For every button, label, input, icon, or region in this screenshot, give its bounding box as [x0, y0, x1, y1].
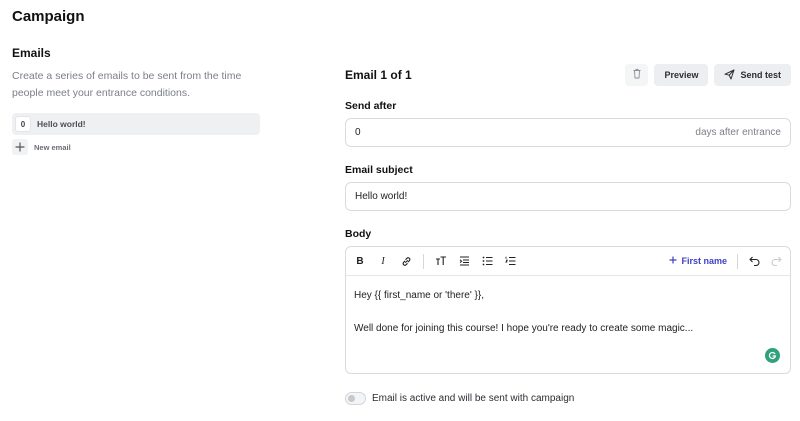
preview-button[interactable]: Preview	[654, 64, 709, 86]
bold-button[interactable]: B	[354, 254, 366, 268]
text-size-icon[interactable]	[435, 254, 447, 268]
preview-button-label: Preview	[664, 70, 699, 80]
emails-panel: Emails Create a series of emails to be s…	[12, 46, 260, 156]
email-list-item[interactable]: 0 Hello world!	[12, 113, 260, 135]
editor-toolbar: B I First name	[346, 247, 790, 276]
grammarly-icon[interactable]	[765, 348, 780, 363]
editor-line: Well done for joining this course! I hop…	[354, 323, 694, 334]
email-active-label: Email is active and will be sent with ca…	[372, 392, 575, 404]
email-subject-value: Hello world!	[355, 191, 408, 202]
insert-first-name-button[interactable]: First name	[669, 256, 727, 266]
editor-content[interactable]: Hey {{ first_name or 'there' }}, Well do…	[346, 276, 790, 349]
trash-icon	[632, 66, 642, 84]
email-index-badge: 0	[15, 116, 31, 132]
paper-plane-icon	[724, 69, 735, 82]
email-editor-panel: Email 1 of 1 Preview Send test Send afte…	[345, 64, 791, 407]
italic-button[interactable]: I	[377, 254, 389, 268]
send-after-input[interactable]: 0 days after entrance	[345, 118, 791, 147]
email-list-item-label: Hello world!	[37, 119, 86, 129]
numbered-list-icon[interactable]	[504, 254, 516, 268]
send-after-suffix: days after entrance	[695, 127, 781, 138]
toggle-knob	[348, 394, 355, 402]
send-after-label: Send after	[345, 100, 397, 112]
email-subject-label: Email subject	[345, 164, 413, 176]
page-title: Campaign	[12, 8, 85, 25]
email-subject-input[interactable]: Hello world!	[345, 182, 791, 211]
emails-section-description: Create a series of emails to be sent fro…	[12, 70, 242, 99]
email-active-toggle[interactable]	[345, 391, 366, 405]
editor-line: Hey {{ first_name or 'there' }},	[354, 290, 484, 301]
undo-icon[interactable]	[748, 254, 760, 268]
insert-first-name-label: First name	[681, 256, 727, 266]
delete-email-button[interactable]	[625, 64, 649, 86]
new-email-button[interactable]: New email	[12, 138, 260, 156]
toolbar-divider	[737, 253, 738, 269]
send-test-button-label: Send test	[740, 70, 781, 80]
email-editor-title: Email 1 of 1	[345, 68, 412, 82]
email-active-row: Email is active and will be sent with ca…	[345, 389, 791, 407]
plus-icon	[12, 139, 28, 155]
toolbar-divider	[423, 253, 424, 269]
new-email-label: New email	[34, 142, 71, 152]
link-icon[interactable]	[400, 254, 412, 268]
bullet-list-icon[interactable]	[481, 254, 493, 268]
emails-section-title: Emails	[12, 46, 51, 60]
body-label: Body	[345, 228, 372, 240]
send-test-button[interactable]: Send test	[714, 64, 791, 86]
send-after-value: 0	[355, 127, 361, 138]
plus-icon	[669, 256, 677, 266]
redo-icon[interactable]	[770, 254, 782, 268]
indent-icon[interactable]	[458, 254, 470, 268]
body-editor[interactable]: B I First name Hey {{first_name or 'the…	[345, 246, 791, 374]
